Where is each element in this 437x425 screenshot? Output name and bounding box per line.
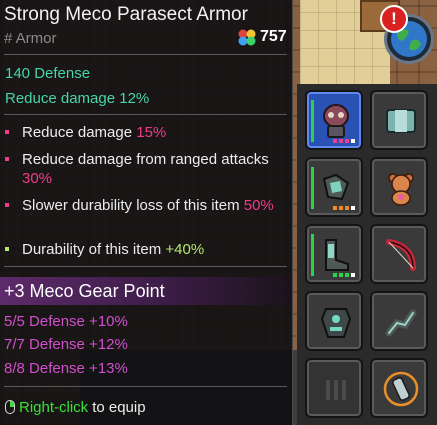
inventory-slot[interactable] [305,291,363,351]
set-bonus-line: 7/7 Defense +12% [4,336,128,353]
meco-boots-icon [325,239,349,271]
effect-bullet [5,157,9,161]
base-damage-reduction: Reduce damage 12% [5,90,150,107]
item-price: 757 [236,27,287,47]
inventory-panel [297,84,437,425]
quality-pips [333,273,355,277]
set-bonus-line: 5/5 Defense +10% [4,313,128,330]
quality-pips [333,206,355,210]
inventory-slot[interactable] [305,157,363,217]
divider [4,114,287,115]
exclamation-icon[interactable]: ! [380,5,408,33]
bandage-potion-icon [383,371,419,407]
equipped-indicator [311,100,314,142]
effect-bullet [5,130,9,134]
effect-line: Durability of this item +40% [5,240,290,259]
item-category: # Armor [4,30,57,47]
inventory-slot[interactable] [370,224,428,284]
equipped-indicator [311,167,314,209]
effect-bullet [5,203,9,207]
item-name: Strong Meco Parasect Armor [4,4,248,25]
meco-gauntlet-icon [322,173,350,201]
mechanical-arm-icon [385,309,417,337]
inventory-slot[interactable] [305,90,363,150]
meco-armor-icon [320,308,352,338]
teddy-bear-icon [388,173,414,206]
effect-line: Slower durability loss of this item 50% [5,196,290,215]
inventory-slot[interactable] [305,358,363,418]
set-bonus-line: 8/8 Defense +13% [4,360,128,377]
divider [4,266,287,267]
price-value: 757 [260,28,287,45]
inventory-slot[interactable] [305,224,363,284]
inventory-slot[interactable] [370,358,428,418]
mouse-right-click-icon [5,400,15,414]
red-shell-bow-icon [386,239,416,271]
coin-gem-icon [238,29,256,46]
divider [4,54,287,55]
empty-slot-icon [326,380,346,400]
equip-hint: Right-click to equip [5,398,146,416]
base-defense: 140 Defense [5,65,91,82]
inventory-slot[interactable] [370,291,428,351]
item-tooltip: Strong Meco Parasect Armor # Armor 757 1… [0,0,293,425]
effect-line: Reduce damage 15% [5,123,290,142]
inventory-slot[interactable] [370,157,428,217]
quality-pips [333,139,355,143]
effect-bullet [5,247,9,251]
inventory-slot[interactable] [370,90,428,150]
meco-helmet-icon [323,104,349,138]
equipped-indicator [311,234,314,276]
effect-line: Reduce damage from ranged attacks 30% [5,150,290,188]
metal-crate-icon [386,109,416,133]
divider [4,386,287,387]
set-bonus-title: +3 Meco Gear Point [4,281,165,301]
